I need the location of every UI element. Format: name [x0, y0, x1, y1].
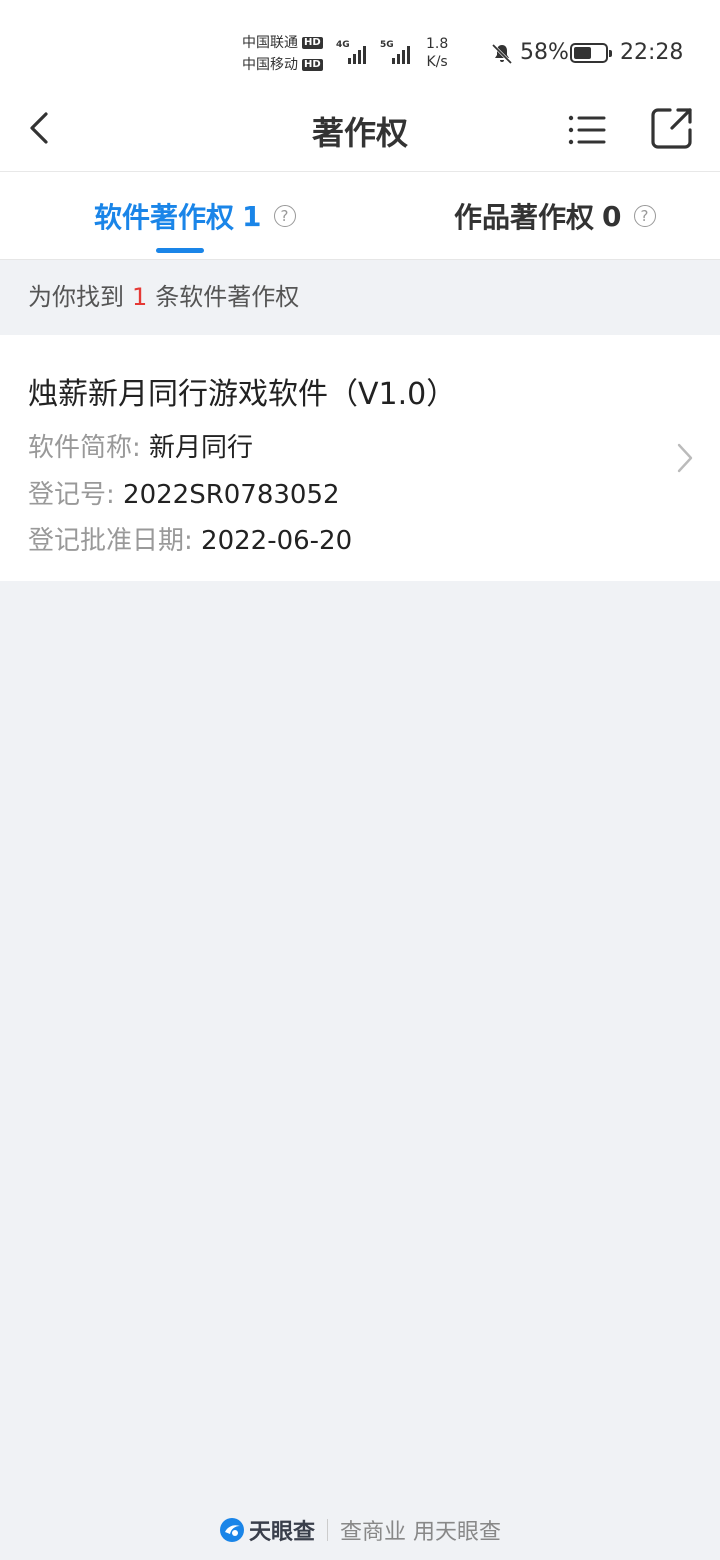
app-header: 著作权	[0, 90, 720, 172]
footer-divider	[327, 1519, 328, 1541]
field-short-name: 软件简称: 新月同行	[28, 427, 253, 464]
copyright-result-card[interactable]: 烛薪新月同行游戏软件（V1.0） 软件简称: 新月同行 登记号: 2022SR0…	[0, 335, 720, 581]
summary-suffix: 条软件著作权	[155, 283, 300, 311]
reg-no-label: 登记号:	[28, 480, 115, 510]
tab-work-copyright[interactable]: 作品著作权 0 ?	[454, 196, 656, 236]
carrier-2: 中国移动	[242, 57, 298, 73]
brand: 天眼查	[219, 1514, 315, 1546]
clock: 22:28	[620, 40, 684, 65]
field-registration-number: 登记号: 2022SR0783052	[28, 474, 340, 511]
footer: 天眼查 查商业 用天眼查	[0, 1512, 720, 1548]
page-title: 著作权	[311, 114, 408, 152]
signal-4g-icon: 4G	[336, 40, 376, 64]
software-title: 烛薪新月同行游戏软件（V1.0）	[28, 377, 457, 412]
short-name-value: 新月同行	[149, 433, 254, 463]
chevron-right-icon	[677, 443, 693, 473]
slogan: 查商业 用天眼查	[340, 1520, 501, 1545]
bell-muted-icon	[491, 43, 513, 65]
active-tab-indicator	[156, 248, 204, 253]
help-icon[interactable]: ?	[633, 205, 656, 227]
date-value: 2022-06-20	[201, 526, 353, 556]
tab-software-copyright[interactable]: 软件著作权 1 ?	[94, 196, 296, 236]
tianyancha-logo-icon	[219, 1518, 244, 1542]
speed-value: 1.8	[426, 36, 449, 52]
field-approval-date: 登记批准日期: 2022-06-20	[28, 520, 352, 557]
tab-count: 1	[242, 199, 262, 233]
speed-unit: K/s	[426, 54, 448, 70]
result-summary: 为你找到 1 条软件著作权	[0, 260, 720, 334]
summary-prefix: 为你找到	[28, 283, 124, 311]
carrier-1: 中国联通	[242, 35, 298, 51]
hd-badge: HD	[302, 59, 323, 71]
copyright-tabs: 软件著作权 1 ? 作品著作权 0 ?	[0, 172, 720, 260]
tab-label: 作品著作权	[454, 201, 595, 234]
reg-no-value: 2022SR0783052	[123, 480, 340, 510]
short-name-label: 软件简称:	[28, 433, 141, 463]
result-count: 1	[132, 283, 148, 311]
battery-percent: 58%	[520, 40, 569, 65]
carrier-info: 中国联通 HD 中国移动 HD	[242, 32, 332, 76]
brand-name: 天眼查	[248, 1520, 315, 1545]
network-speed: 1.8 K/s	[426, 35, 448, 71]
status-bar: 中国联通 HD 中国移动 HD 4G 5G 1.8 K/s 58% 22:28	[0, 0, 720, 90]
hd-badge: HD	[302, 37, 323, 49]
signal-5g-icon: 5G	[380, 40, 420, 64]
help-icon[interactable]: ?	[273, 205, 296, 227]
battery-icon	[570, 43, 612, 63]
date-label: 登记批准日期:	[28, 526, 193, 556]
list-menu-icon[interactable]	[566, 110, 606, 150]
share-icon[interactable]	[650, 106, 694, 150]
tab-count: 0	[602, 199, 622, 233]
tab-label: 软件著作权	[94, 201, 235, 234]
